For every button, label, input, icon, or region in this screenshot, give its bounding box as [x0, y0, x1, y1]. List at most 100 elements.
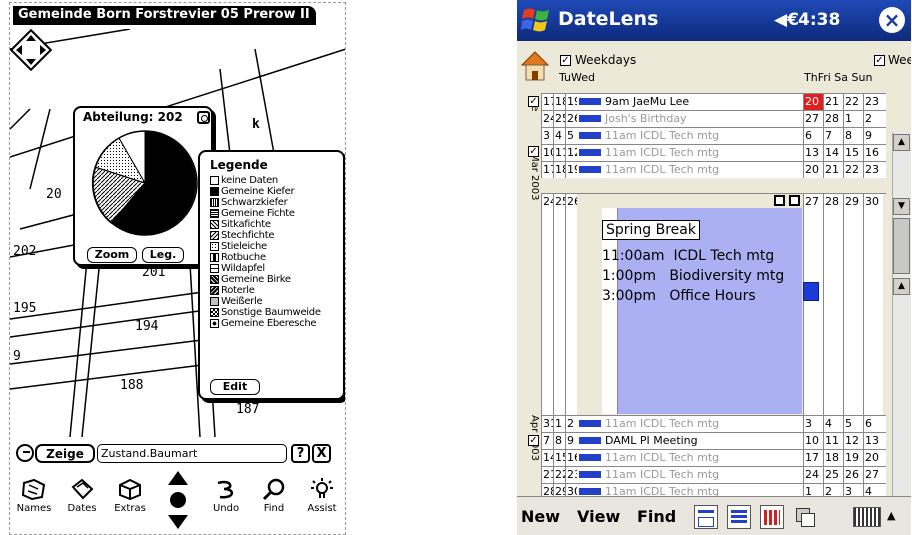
day-cell[interactable]: 20 [803, 162, 823, 178]
day-cell[interactable]: 4 [823, 416, 843, 432]
event-marker[interactable] [579, 420, 601, 427]
event-marker[interactable] [579, 115, 601, 122]
day-cell[interactable]: 16 [565, 450, 577, 466]
zeige-button[interactable]: Zeige [35, 444, 95, 463]
day-cell[interactable]: 15 [843, 145, 863, 161]
event-marker[interactable] [579, 471, 601, 478]
day-cell[interactable]: 19 [565, 94, 577, 110]
event-marker[interactable] [579, 166, 601, 173]
edit-button[interactable]: Edit [210, 379, 260, 395]
scroll-up-icon[interactable]: ▲ [893, 278, 910, 295]
view-menu[interactable]: View [577, 507, 620, 526]
week-view-icon[interactable] [727, 505, 751, 529]
close-button[interactable]: X [312, 444, 331, 463]
undo-tool[interactable]: Undo [202, 477, 250, 531]
day-cell[interactable]: 25 [553, 111, 565, 127]
day-cell[interactable]: 11 [823, 433, 843, 449]
event-title[interactable]: 11am ICDL Tech mtg [605, 467, 719, 483]
appointment[interactable]: 11:00am ICDL Tech mtg [602, 246, 774, 266]
day-cell[interactable]: 11 [553, 145, 565, 161]
week-checkbox[interactable]: ✓ [528, 96, 539, 107]
dates-tool[interactable]: Dates [58, 477, 106, 531]
day-cell[interactable]: 6 [803, 128, 823, 144]
day-cell[interactable]: 22 [843, 94, 863, 110]
zoom-button[interactable]: Zoom [87, 247, 137, 263]
day-cell[interactable]: 22 [843, 162, 863, 178]
clock[interactable]: 4:38 [798, 10, 840, 30]
day-cell[interactable]: 14 [541, 450, 553, 466]
day-cell[interactable]: 17 [541, 162, 553, 178]
scroll-down-icon[interactable]: ▼ [893, 198, 910, 215]
home-icon[interactable] [519, 50, 551, 82]
calendar-view[interactable]: ✓ Weekdays ✓ Weeke TuWed ThFri Sa Sun Fe… [517, 41, 911, 532]
week-row[interactable]: 7 8 9 10 11 12 13 DAML PI Meeting [541, 432, 886, 449]
event-title[interactable]: DAML PI Meeting [605, 433, 698, 449]
event-marker[interactable] [579, 488, 601, 495]
event-title[interactable]: 11am ICDL Tech mtg [605, 145, 719, 161]
day-cell[interactable]: 9 [565, 433, 577, 449]
day-cell[interactable]: 17 [803, 450, 823, 466]
day-cell[interactable]: 7 [541, 433, 553, 449]
day-cell[interactable]: 24 [803, 467, 823, 483]
day-cell[interactable]: 27 [803, 194, 823, 415]
day-cell[interactable]: 13 [803, 145, 823, 161]
event-marker[interactable] [579, 149, 601, 156]
day-cell[interactable]: 6 [863, 416, 883, 432]
day-cell[interactable]: 26 [565, 111, 577, 127]
day-cell[interactable]: 1 [553, 416, 565, 432]
week-row[interactable]: 141516 17181920 11am ICDL Tech mtg [541, 449, 886, 466]
event-title[interactable]: 9am JaeMu Lee [605, 94, 689, 110]
close-button[interactable]: × [879, 7, 905, 33]
event-title[interactable]: 11am ICDL Tech mtg [605, 128, 719, 144]
day-cell[interactable]: 19 [843, 450, 863, 466]
week-row[interactable]: 3 4 5 6 7 8 9 11am ICDL Tech mtg [541, 127, 886, 144]
find-menu[interactable]: Find [637, 507, 676, 526]
keyboard-icon[interactable] [853, 507, 881, 527]
day-cell[interactable]: 2 [565, 416, 577, 432]
day-cell[interactable]: 4 [553, 128, 565, 144]
new-menu[interactable]: New [521, 507, 560, 526]
week-checkbox[interactable]: ✓ [528, 435, 539, 446]
speaker-icon[interactable]: ◀€ [774, 10, 799, 30]
day-cell[interactable]: 28 [823, 194, 843, 415]
month-view-icon[interactable] [760, 505, 784, 529]
year-view-icon[interactable] [793, 505, 817, 529]
day-cell[interactable]: 26 [843, 467, 863, 483]
appointment[interactable]: 3:00pm Office Hours [602, 286, 756, 306]
event-marker[interactable] [579, 98, 601, 105]
day-cell[interactable]: 18 [553, 162, 565, 178]
names-tool[interactable]: Names [10, 477, 58, 531]
forest-map[interactable]: k 20 202 201 195 194 9 188 187 Abteilung… [10, 29, 345, 437]
day-cell[interactable]: 27 [863, 467, 883, 483]
all-day-event[interactable]: Spring Break [602, 220, 700, 240]
day-cell[interactable]: 13 [863, 433, 883, 449]
day-cell[interactable]: 29 [843, 194, 863, 415]
attribute-field[interactable]: Zustand.Baumart [97, 444, 287, 463]
week-row[interactable]: 242526 272812 Josh's Birthday [541, 110, 886, 127]
day-cell[interactable]: 12 [843, 433, 863, 449]
week-row[interactable]: 212223 24252627 11am ICDL Tech mtg [541, 466, 886, 483]
day-cell[interactable]: 12 [565, 145, 577, 161]
day-cell[interactable]: 21 [823, 162, 843, 178]
day-cell[interactable]: 26 [565, 194, 577, 415]
event-title[interactable]: 11am ICDL Tech mtg [605, 162, 719, 178]
day-cell[interactable]: 10 [803, 433, 823, 449]
day-cell[interactable]: 31 [541, 416, 553, 432]
day-cell[interactable]: 10 [541, 145, 553, 161]
day-cell[interactable]: 20 [803, 94, 823, 110]
day-cell[interactable]: 25 [553, 194, 565, 415]
find-tool[interactable]: Find [250, 477, 298, 531]
pan-compass-icon[interactable] [10, 29, 52, 71]
week-row[interactable]: 171819 20212223 11am ICDL Tech mtg [541, 161, 886, 178]
day-cell[interactable]: 23 [863, 162, 883, 178]
day-cell[interactable]: 28 [823, 111, 843, 127]
day-cell[interactable]: 21 [823, 94, 843, 110]
day-cell[interactable]: 27 [803, 111, 823, 127]
event-title[interactable]: Josh's Birthday [605, 111, 687, 127]
day-cell[interactable]: 15 [553, 450, 565, 466]
day-cell[interactable]: 23 [565, 467, 577, 483]
day-cell[interactable]: 24 [541, 194, 553, 415]
day-cell[interactable]: 20 [863, 450, 883, 466]
event-title[interactable]: 11am ICDL Tech mtg [605, 450, 719, 466]
week-row[interactable]: 101112 13141516 11am ICDL Tech mtg [541, 144, 886, 161]
